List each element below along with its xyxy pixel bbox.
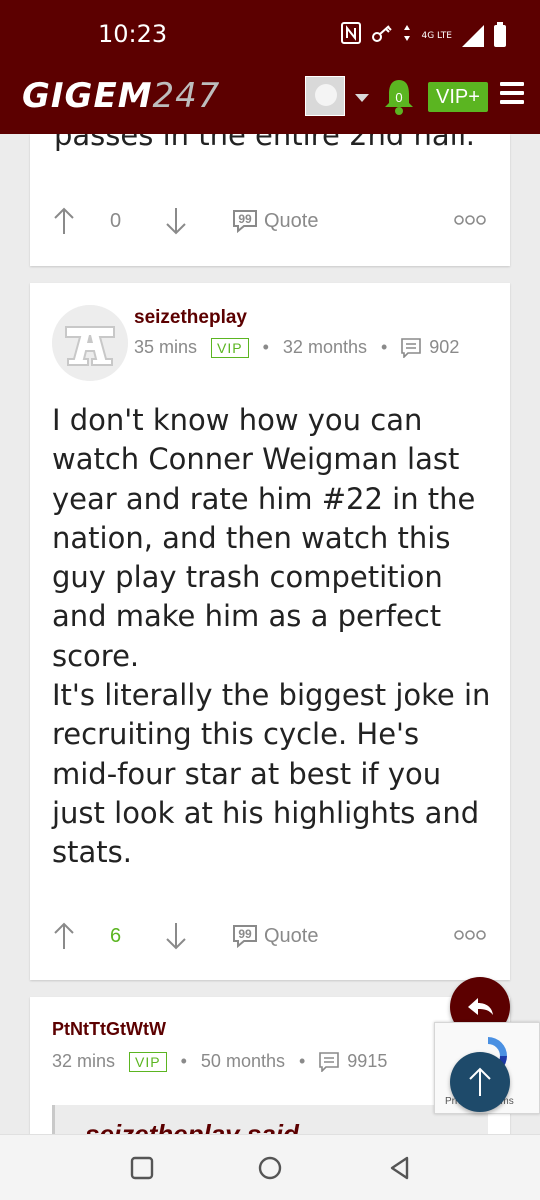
quote-icon[interactable]: 99 xyxy=(232,209,258,233)
meta-separator: • xyxy=(380,337,388,357)
chevron-down-icon[interactable] xyxy=(355,94,369,102)
vip-plus-button[interactable]: VIP+ xyxy=(428,82,488,112)
post-time: 35 mins xyxy=(134,337,198,357)
user-avatar[interactable] xyxy=(305,76,345,116)
key-icon xyxy=(371,22,393,50)
post-author-name[interactable]: seizetheplay xyxy=(134,307,247,329)
svg-text:99: 99 xyxy=(238,927,252,941)
post-count: 9915 xyxy=(347,1051,388,1071)
site-logo[interactable]: GIGEM247 xyxy=(22,76,220,116)
arrow-up-icon xyxy=(469,1067,491,1096)
post-count: 902 xyxy=(429,337,460,357)
quote-button[interactable]: Quote xyxy=(264,925,318,948)
back-icon[interactable] xyxy=(387,1155,413,1181)
quote-icon[interactable]: 99 xyxy=(232,924,258,948)
member-duration: 50 months xyxy=(200,1051,285,1071)
post-actions: 6 99 Quote xyxy=(30,921,510,953)
post-body: I don't know how you can watch Conner We… xyxy=(52,401,492,873)
post-author-name[interactable]: PtNtTtGtWtW xyxy=(52,1019,166,1040)
signal-icon xyxy=(462,25,484,47)
upvote-arrow-icon[interactable] xyxy=(52,921,76,951)
quote-button[interactable]: Quote xyxy=(264,210,318,233)
logo-number: 247 xyxy=(152,76,221,116)
meta-separator: • xyxy=(262,337,269,357)
downvote-arrow-icon[interactable] xyxy=(164,206,188,236)
upvote-count: 6 xyxy=(110,925,122,947)
home-icon[interactable] xyxy=(257,1155,283,1181)
post-count-icon xyxy=(401,337,422,358)
notification-bell-icon[interactable]: 0 xyxy=(382,76,416,116)
svg-text:99: 99 xyxy=(238,212,252,226)
data-arrows-icon xyxy=(403,24,411,48)
vip-badge: VIP xyxy=(211,337,249,358)
upvote-arrow-icon[interactable] xyxy=(52,206,76,236)
more-options-icon[interactable] xyxy=(454,214,486,226)
post-meta: 32 mins VIP • 50 months • 9915 xyxy=(52,1051,387,1072)
atm-logo-icon xyxy=(52,305,128,381)
post-time: 32 mins xyxy=(52,1051,116,1071)
meta-separator: • xyxy=(298,1051,306,1071)
more-options-icon[interactable] xyxy=(454,929,486,941)
post-card-previous: passes in the entire 2nd half. 0 99 Quot… xyxy=(30,134,510,266)
system-nav-bar xyxy=(0,1134,540,1200)
status-time: 10:23 xyxy=(98,20,168,48)
post-author-avatar[interactable] xyxy=(52,305,128,381)
post-meta: 35 mins VIP • 32 months • 902 xyxy=(134,337,459,358)
battery-icon xyxy=(494,22,506,47)
logo-text: GIGEM xyxy=(22,76,153,116)
post-card-main: seizetheplay 35 mins VIP • 32 months • 9… xyxy=(30,283,510,980)
nfc-icon xyxy=(341,22,362,50)
scroll-to-top-button[interactable] xyxy=(450,1052,510,1112)
post-text: I don't know how you can watch Conner We… xyxy=(52,403,491,870)
hamburger-menu-icon[interactable] xyxy=(500,82,524,106)
status-bar: 10:23 4G LTE xyxy=(0,0,540,68)
recent-apps-icon[interactable] xyxy=(129,1155,155,1181)
status-icons: 4G LTE xyxy=(341,22,506,50)
notification-count: 0 xyxy=(395,90,402,105)
meta-separator: • xyxy=(180,1051,187,1071)
downvote-arrow-icon[interactable] xyxy=(164,921,188,951)
vip-badge: VIP xyxy=(129,1051,167,1072)
member-duration: 32 months xyxy=(282,337,367,357)
post-actions: 0 99 Quote xyxy=(30,206,510,238)
post-count-icon xyxy=(319,1051,340,1072)
post-partial-text: passes in the entire 2nd half. xyxy=(54,134,476,152)
app-header: GIGEM247 0 VIP+ xyxy=(0,68,540,134)
upvote-count: 0 xyxy=(110,210,122,232)
4g-lte-icon: 4G LTE xyxy=(421,31,452,41)
